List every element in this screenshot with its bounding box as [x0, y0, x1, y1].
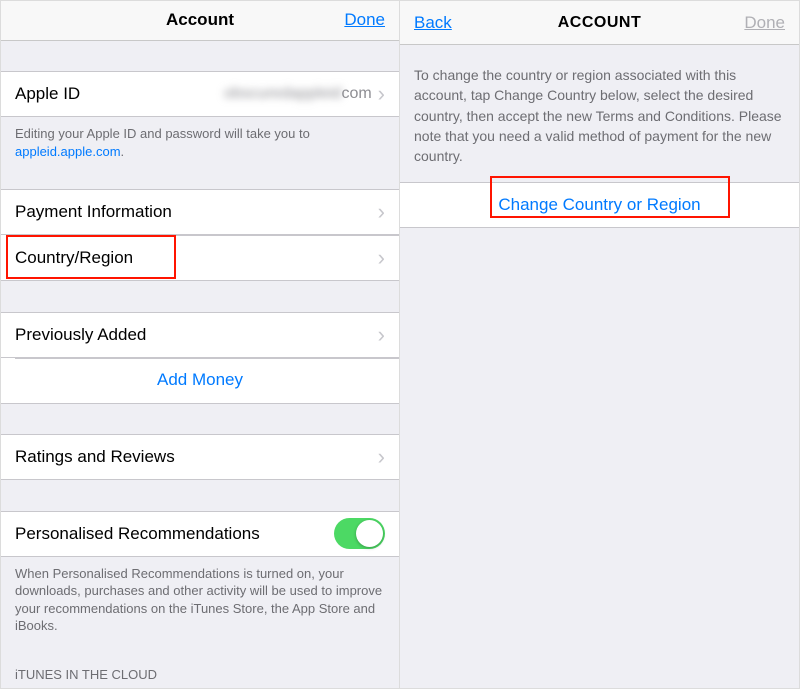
nav-title-right: ACCOUNT [558, 14, 642, 32]
apple-id-footer: Editing your Apple ID and password will … [1, 117, 399, 176]
itunes-cloud-header: iTUNES IN THE CLOUD [1, 651, 399, 688]
payment-country-group: Payment Information › Country/Region › [1, 189, 399, 281]
done-button-left[interactable]: Done [344, 10, 385, 30]
navbar-left: Account Done [1, 1, 399, 41]
back-button[interactable]: Back [414, 13, 452, 33]
recs-footer: When Personalised Recommendations is tur… [1, 557, 399, 651]
apple-id-label: Apple ID [15, 84, 224, 104]
payment-info-row[interactable]: Payment Information › [1, 189, 399, 235]
country-region-row[interactable]: Country/Region › [1, 235, 399, 281]
add-money-button[interactable]: Add Money [1, 358, 399, 404]
apple-id-value: obscuredappleidcom [224, 85, 372, 103]
chevron-right-icon: › [378, 446, 385, 468]
chevron-right-icon: › [378, 247, 385, 269]
nav-title-left: Account [166, 10, 234, 30]
change-country-description: To change the country or region associat… [400, 45, 799, 182]
previously-added-row[interactable]: Previously Added › [1, 312, 399, 358]
appleid-link[interactable]: appleid.apple.com [15, 144, 121, 159]
ratings-reviews-row[interactable]: Ratings and Reviews › [1, 434, 399, 480]
right-pane: Back ACCOUNT Done To change the country … [400, 1, 799, 688]
chevron-right-icon: › [378, 83, 385, 105]
apple-id-row[interactable]: Apple ID obscuredappleidcom › [1, 71, 399, 117]
prev-added-group: Previously Added › Add Money [1, 312, 399, 404]
change-country-group: Change Country or Region [400, 182, 799, 228]
chevron-right-icon: › [378, 201, 385, 223]
left-pane: Account Done Apple ID obscuredappleidcom… [1, 1, 400, 688]
done-button-right: Done [744, 13, 785, 33]
recs-toggle[interactable] [334, 518, 385, 549]
personalised-recs-row[interactable]: Personalised Recommendations [1, 511, 399, 557]
change-country-button[interactable]: Change Country or Region [400, 182, 799, 228]
navbar-right: Back ACCOUNT Done [400, 1, 799, 45]
chevron-right-icon: › [378, 324, 385, 346]
